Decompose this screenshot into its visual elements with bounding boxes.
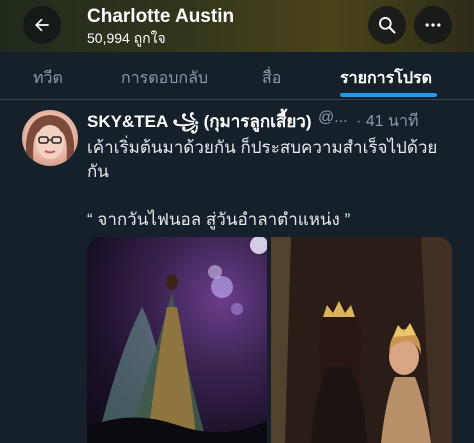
tweet-author-handle[interactable]: @...	[318, 109, 348, 127]
tweet-photo-2[interactable]	[271, 237, 452, 443]
profile-header: Charlotte Austin 50,994 ถูกใจ	[0, 0, 474, 52]
photo-1-illustration	[87, 237, 268, 443]
avatar[interactable]	[22, 110, 78, 166]
active-tab-indicator	[340, 93, 437, 97]
tab-media[interactable]: สื่อ	[262, 66, 281, 91]
tab-replies[interactable]: การตอบกลับ	[121, 66, 208, 91]
profile-name: Charlotte Austin	[87, 6, 235, 27]
likes-count: 50,994 ถูกใจ	[87, 30, 166, 46]
tweet-timestamp[interactable]: · 41 นาที	[356, 109, 418, 134]
more-button[interactable]	[414, 6, 452, 44]
tweet-text-line-1: เค้าเริ่มต้นมาด้วยกัน ก็ประสบความสำเร็จไ…	[87, 138, 438, 157]
back-button[interactable]	[23, 6, 61, 44]
tweet-text-line-3: “ จากวันไฟนอล สู่วันอำลาตำแหน่ง ”	[87, 210, 351, 229]
arrow-left-icon	[35, 18, 49, 32]
tweet-text-line-2: กัน	[87, 162, 109, 181]
photo-2-illustration	[271, 237, 452, 443]
tweet-media[interactable]	[87, 237, 452, 443]
more-horizontal-icon	[425, 23, 441, 27]
search-button[interactable]	[368, 6, 406, 44]
tweet-photo-1[interactable]	[87, 237, 268, 443]
tab-tweets[interactable]: ทวีต	[33, 66, 63, 91]
tab-likes[interactable]: รายการโปรด	[340, 66, 432, 91]
avatar-face-icon	[26, 115, 74, 166]
search-icon	[379, 17, 396, 34]
